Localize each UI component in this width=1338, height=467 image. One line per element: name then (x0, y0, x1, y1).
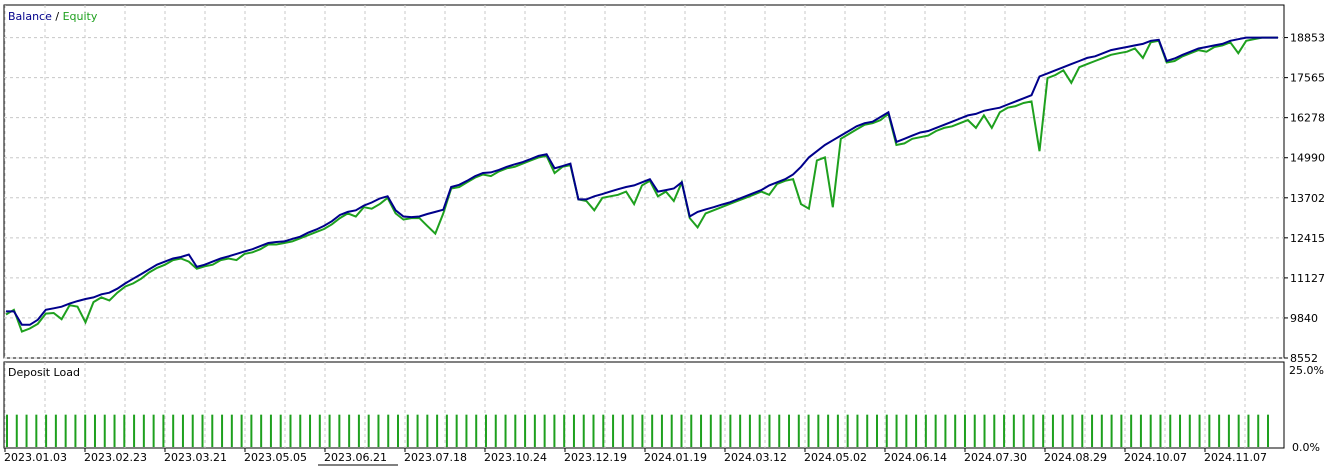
main-y-tick-label: 17565 (1290, 72, 1325, 85)
legend-separator: / (52, 10, 63, 23)
legend-balance-label: Balance (8, 10, 52, 23)
deposit-y-tick-top: 25.0% (1289, 364, 1324, 377)
x-tick-label: 2024.06.14 (884, 451, 947, 464)
x-tick-label: 2024.11.07 (1204, 451, 1267, 464)
x-tick-label: 2023.07.18 (404, 451, 467, 464)
deposit-y-tick-bottom: 0.0% (1292, 441, 1320, 454)
balance-equity-panel: 1885317565162781499013702124151112798408… (3, 4, 1325, 365)
x-tick-label: 2024.10.07 (1124, 451, 1187, 464)
deposit-load-title: Deposit Load (8, 366, 80, 379)
main-y-tick-label: 16278 (1290, 112, 1325, 125)
main-y-tick-label: 18853 (1290, 32, 1325, 45)
main-y-tick-label: 13702 (1290, 192, 1325, 205)
legend: Balance / Equity (8, 10, 98, 23)
strategy-tester-report: 1885317565162781499013702124151112798408… (0, 0, 1338, 467)
x-tick-label: 2023.06.21 (324, 451, 387, 464)
x-tick-label: 2024.08.29 (1044, 451, 1107, 464)
x-tick-label: 2024.05.02 (804, 451, 867, 464)
main-y-tick-label: 9840 (1290, 312, 1318, 325)
main-y-tick-label: 11127 (1290, 272, 1325, 285)
x-tick-label: 2023.05.05 (244, 451, 307, 464)
x-tick-label: 2024.01.19 (644, 451, 707, 464)
x-tick-label: 2023.10.24 (484, 451, 547, 464)
main-y-tick-label: 14990 (1290, 152, 1325, 165)
x-tick-label: 2023.02.23 (84, 451, 147, 464)
x-tick-label: 2023.03.21 (164, 451, 227, 464)
x-tick-label: 2024.07.30 (964, 451, 1027, 464)
x-tick-label: 2024.03.12 (724, 451, 787, 464)
x-tick-label: 2023.01.03 (4, 451, 67, 464)
deposit-load-panel: Deposit Load 25.0% 0.0% (3, 361, 1324, 454)
x-tick-label: 2023.12.19 (564, 451, 627, 464)
main-y-tick-label: 12415 (1290, 232, 1325, 245)
legend-equity-label: Equity (63, 10, 98, 23)
